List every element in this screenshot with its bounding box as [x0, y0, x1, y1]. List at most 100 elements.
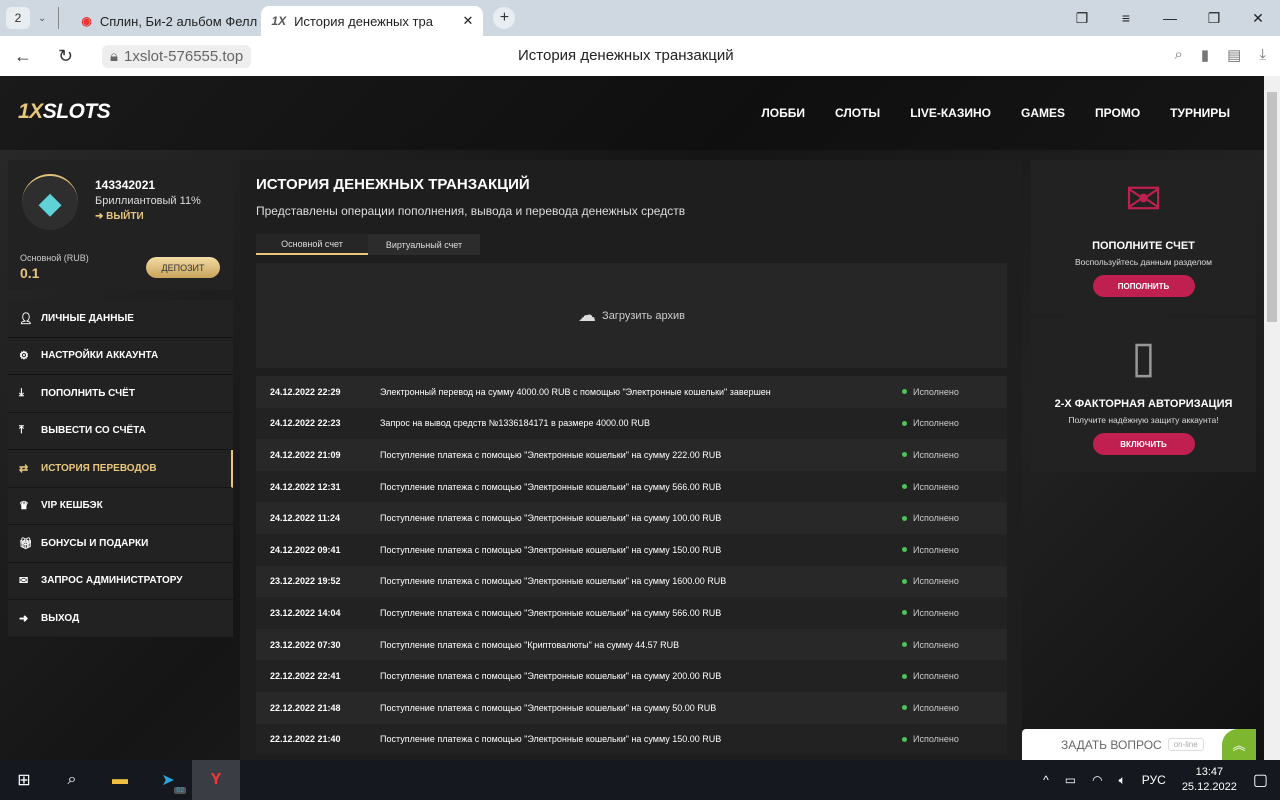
nav-tournaments[interactable]: ТУРНИРЫ: [1170, 106, 1230, 120]
tab-count[interactable]: 2: [6, 7, 30, 29]
browser-tab-music[interactable]: ◉ Сплин, Би-2 альбом Фелл: [71, 6, 261, 36]
reload-button[interactable]: ↻: [58, 46, 88, 67]
nav-lobby[interactable]: ЛОББИ: [761, 106, 805, 120]
music-icon: ◉: [81, 14, 92, 28]
menu-item-transfer-history[interactable]: ⇄ ИСТОРИЯ ПЕРЕВОДОВ: [8, 450, 233, 488]
telegram-icon[interactable]: ➤ 62: [144, 760, 192, 800]
tab-main-account[interactable]: Основной счет: [256, 234, 368, 255]
status-label: Исполнено: [913, 639, 959, 650]
search-icon[interactable]: ⌕: [1175, 46, 1183, 64]
table-row: 22.12.2022 22:41 Поступление платежа с по…: [256, 660, 1007, 692]
nav-games[interactable]: GAMES: [1021, 106, 1065, 120]
status-label: Исполнено: [913, 671, 959, 682]
reader-icon[interactable]: ▤: [1227, 46, 1241, 64]
status-dot-icon: [902, 515, 907, 521]
browser-tab-active[interactable]: 1X История денежных тра ✕: [261, 6, 484, 36]
menu-item-exit[interactable]: ➜ ВЫХОД: [8, 600, 233, 638]
gift-icon: 🎁︎: [19, 537, 33, 550]
page: 1XSLOTS ЛОББИ СЛОТЫ LIVE-КАЗИНО GAMES ПР…: [0, 76, 1264, 760]
menu-item-account-settings[interactable]: ⚙ НАСТРОЙКИ АККАУНТА: [8, 337, 233, 375]
gears-icon: ⚙: [19, 350, 29, 363]
clock[interactable]: 13:47 25.12.2022: [1182, 765, 1237, 795]
transaction-description: Поступление платежа с помощью "Электронн…: [380, 702, 717, 713]
user-level: Бриллиантовый 11%: [95, 195, 201, 207]
ask-label: ЗАДАТЬ ВОПРОС: [1061, 737, 1162, 752]
transfer-icon: ⇄: [19, 462, 29, 475]
table-row: 24.12.2022 21:09 Поступление платежа с по…: [256, 439, 1007, 471]
menu-item-vip-cashback[interactable]: ♛ VIP КЕШБЭК: [8, 487, 233, 525]
status-label: Исполнено: [913, 702, 959, 713]
windows-start-icon[interactable]: ⊞: [0, 760, 48, 800]
transaction-description: Поступление платежа с помощью "Электронн…: [380, 481, 722, 492]
transaction-description: Поступление платежа с помощью "Электронн…: [380, 513, 722, 524]
volume-icon[interactable]: 🔈︎: [1119, 773, 1126, 788]
telegram-badge: 62: [174, 787, 186, 794]
site-logo[interactable]: 1XSLOTS: [18, 100, 111, 124]
tab-virtual-account[interactable]: Виртуальный счет: [368, 234, 480, 255]
table-row: 24.12.2022 22:29 Электронный перевод на с…: [256, 376, 1007, 408]
new-tab-button[interactable]: +: [493, 7, 516, 29]
promo-title: 2-Х ФАКТОРНАЯ АВТОРИЗАЦИЯ: [1054, 398, 1233, 410]
language-indicator[interactable]: РУС: [1142, 773, 1166, 787]
nav-promo[interactable]: ПРОМО: [1095, 106, 1140, 120]
menu-item-personal-data[interactable]: 👤︎ ЛИЧНЫЕ ДАННЫЕ: [8, 300, 233, 338]
file-explorer-icon[interactable]: ▬: [96, 760, 144, 800]
status-dot-icon: [902, 452, 907, 458]
download-archive-button[interactable]: ☁ Загрузить архив: [256, 263, 1007, 368]
menu-item-withdraw[interactable]: ⤒ ВЫВЕСТИ СО СЧЁТА: [8, 412, 233, 450]
user-id: 143342021: [95, 178, 156, 192]
deposit-button[interactable]: ДЕПОЗИТ: [146, 257, 220, 278]
site-favicon: 1X: [271, 14, 287, 28]
yandex-browser-icon[interactable]: Y: [192, 760, 240, 800]
bookmarks-icon[interactable]: ❐: [1060, 0, 1104, 36]
back-button[interactable]: ←: [14, 46, 44, 67]
status-label: Исполнено: [913, 481, 959, 492]
wifi-icon[interactable]: ◠: [1092, 773, 1102, 787]
transaction-status: Исполнено: [902, 703, 959, 713]
chevron-down-icon[interactable]: ⌄: [38, 13, 46, 24]
notifications-icon[interactable]: ▢: [1253, 770, 1268, 790]
restore-button[interactable]: ❐: [1192, 0, 1236, 36]
scrollbar-thumb[interactable]: [1267, 92, 1277, 322]
status-dot-icon: [902, 484, 907, 490]
minimize-button[interactable]: —: [1148, 0, 1192, 36]
exit-icon: ➜: [95, 211, 107, 222]
close-window-button[interactable]: ✕: [1236, 0, 1280, 36]
search-icon[interactable]: ⌕: [48, 760, 96, 800]
page-scrollbar[interactable]: [1264, 76, 1280, 760]
transaction-status: Исполнено: [902, 576, 959, 586]
promo-deposit-button[interactable]: ПОПОЛНИТЬ: [1092, 275, 1195, 297]
status-label: Исполнено: [913, 386, 959, 397]
transaction-description: Поступление платежа с помощью "Криптовал…: [380, 639, 680, 650]
upload-icon: ⤒: [19, 424, 24, 437]
close-tab-icon[interactable]: ✕: [462, 13, 473, 29]
transaction-status: Исполнено: [902, 671, 959, 681]
enable-2fa-button[interactable]: ВКЛЮЧИТЬ: [1092, 433, 1195, 455]
url-field[interactable]: 🔒︎ 1xslot-576555.top: [102, 44, 252, 68]
transaction-description: Поступление платежа с помощью "Электронн…: [380, 449, 722, 460]
menu-icon[interactable]: ≡: [1104, 0, 1148, 36]
transaction-description: Запрос на вывод средств №1336184171 в ра…: [380, 418, 651, 429]
menu-item-bonuses[interactable]: 🎁︎ БОНУСЫ И ПОДАРКИ: [8, 525, 233, 563]
table-row: 23.12.2022 14:04 Поступление платежа с по…: [256, 597, 1007, 629]
bookmark-icon[interactable]: ▮: [1201, 46, 1209, 64]
download-icon[interactable]: ⤓: [1259, 46, 1266, 64]
status-label: Исполнено: [913, 576, 959, 587]
transaction-date: 24.12.2022 12:31: [270, 481, 341, 492]
transaction-date: 24.12.2022 11:24: [270, 513, 341, 524]
download-icon: ⤓: [19, 386, 24, 399]
chevron-up-icon[interactable]: ^: [1043, 773, 1049, 787]
account-tabs: Основной счет Виртуальный счет: [256, 234, 480, 255]
battery-icon[interactable]: ▭: [1065, 773, 1076, 787]
ask-question-widget[interactable]: ЗАДАТЬ ВОПРОС on-line ︽: [1022, 729, 1256, 760]
page-title: ИСТОРИЯ ДЕНЕЖНЫХ ТРАНЗАКЦИЙ: [256, 176, 530, 193]
status-label: Исполнено: [913, 418, 959, 429]
chevron-up-icon[interactable]: ︽: [1222, 729, 1256, 760]
diamond-icon: ◆: [22, 174, 78, 230]
nav-slots[interactable]: СЛОТЫ: [835, 106, 880, 120]
nav-live-casino[interactable]: LIVE-КАЗИНО: [910, 106, 991, 120]
menu-item-deposit[interactable]: ⤓ ПОПОЛНИТЬ СЧЁТ: [8, 375, 233, 413]
menu-item-admin-request[interactable]: ✉ ЗАПРОС АДМИНИСТРАТОРУ: [8, 562, 233, 600]
logout-link[interactable]: ➜ ВЫЙТИ: [95, 211, 144, 222]
transaction-description: Поступление платежа с помощью "Электронн…: [380, 607, 722, 618]
